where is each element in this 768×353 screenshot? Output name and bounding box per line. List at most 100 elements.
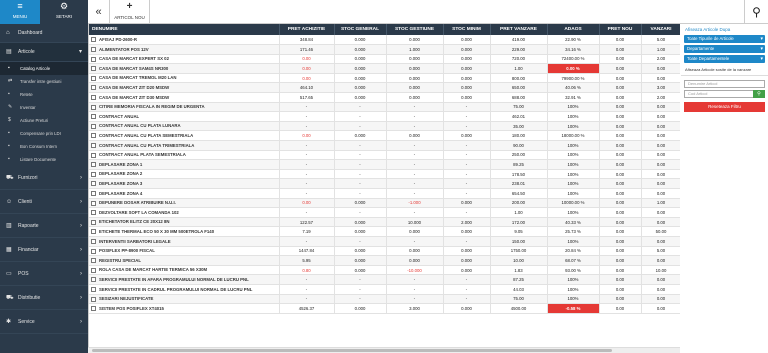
reset-filter-button[interactable]: Reseteaza Filtru	[684, 102, 765, 112]
row-checkbox[interactable]	[91, 296, 96, 302]
cell-denumire[interactable]: ALIMENTATOR POS 12V	[89, 44, 280, 55]
cell-denumire[interactable]: ROLA CASA DE MARCAT HARTIE TERMICA 56 X3…	[89, 265, 280, 276]
article-name-search-input[interactable]: Denumire Articol	[684, 80, 765, 88]
row-checkbox[interactable]	[91, 104, 96, 110]
table-row[interactable]: DEPLASARE ZONA 1- - - -89.25 100% 0.00 0.00	[89, 159, 680, 170]
table-row[interactable]: DEPLASARE ZONA 3- - - -238.01 100% 0.00 0.00	[89, 178, 680, 189]
sidebar-subitem-inventar[interactable]: ✎ Inventar	[0, 101, 88, 114]
table-row[interactable]: DEPLASARE ZONA 4- - - -654.50 100% 0.00 0.00	[89, 188, 680, 199]
table-row[interactable]: DEPLASARE ZONA 2- - - -178.50 100% 0.00 0.00	[89, 169, 680, 180]
arrived-from-sale-checkbox[interactable]: Afiseaza Articole sosite de la vanzare	[681, 65, 768, 76]
scrollbar-thumb[interactable]	[92, 349, 612, 352]
cell-denumire[interactable]: CASA DE MARCAT TREMOL M20 LAN	[89, 73, 280, 84]
row-checkbox[interactable]	[91, 114, 96, 120]
table-row[interactable]: ETICHETE THERMAL ECO 50 X 30 MM 500ETROL…	[89, 226, 680, 237]
cell-denumire[interactable]: POSIFLEX PP-8900 FISCAL	[89, 246, 280, 257]
search-go-icon[interactable]: ⚲	[753, 90, 765, 98]
table-row[interactable]: ROLA CASA DE MARCAT HARTIE TERMICA 56 X3…	[89, 265, 680, 276]
column-header-stoc-gestiune[interactable]: STOC GESTIUNE	[386, 24, 444, 35]
row-checkbox[interactable]	[91, 267, 96, 273]
row-checkbox[interactable]	[91, 66, 96, 72]
sidebar-subitem-actiune-preturi[interactable]: $ Actiune Preturi	[0, 114, 88, 127]
table-row[interactable]: DEPUNERE DOSAR ATRIBUIRE N.U.I. 0.00 0.000…	[89, 198, 680, 209]
sidebar-item-financiar[interactable]: ▦ Financiar ›	[0, 238, 88, 262]
table-row[interactable]: CASA DE MARCAT ZIT D30 MSDW 517.65 0.000 0.…	[89, 92, 680, 103]
table-row[interactable]: CONTRACT ANUAL CU PLATA SEMESTRIALA 0.00 0…	[89, 130, 680, 142]
row-checkbox[interactable]	[91, 133, 96, 139]
row-checkbox[interactable]	[91, 123, 96, 129]
settings-button[interactable]: ⚙ SETARI	[40, 0, 88, 24]
row-checkbox[interactable]	[91, 200, 96, 206]
cell-denumire[interactable]: CASA DE MARCAT ZIT D20 MSDW	[89, 82, 280, 94]
table-row[interactable]: ALIMENTATOR POS 12V 171.46 0.000 1.000 0.000…	[89, 44, 680, 55]
horizontal-scrollbar[interactable]	[88, 347, 680, 353]
row-checkbox[interactable]	[91, 219, 96, 225]
cell-denumire[interactable]: SERVICII PRESTATE IN AFARA PROGRAMULUI N…	[89, 274, 280, 285]
sidebar-subitem-catalog-articole[interactable]: ▪ Catalog Articole	[0, 62, 88, 75]
row-checkbox[interactable]	[91, 277, 96, 283]
cell-denumire[interactable]: CONTRACT ANUAL CU PLATA SEMESTRIALA	[89, 130, 280, 142]
table-row[interactable]: CASA DE MARCAT ZIT D20 MSDW 464.10 0.000 0.…	[89, 82, 680, 94]
row-checkbox[interactable]	[91, 210, 96, 216]
table-row[interactable]: INTERVENTII SARBATORI LEGALE - - - -150.00 10…	[89, 236, 680, 247]
table-row[interactable]: SESIZARI NEJUSTIFICATE - - - -75.00 100% 0.00 0…	[89, 294, 680, 305]
menu-button[interactable]: ≡ MENIU	[0, 0, 40, 24]
sidebar-subitem-listare-documente[interactable]: ▪ Listare Documente	[0, 153, 88, 166]
column-header-pret-nou[interactable]: PRET NOU	[599, 24, 642, 35]
row-checkbox[interactable]	[91, 258, 96, 264]
table-row[interactable]: DEZVOLTARE SOFT LA COMANDA 102- - - -1.00 10…	[89, 207, 680, 218]
cell-denumire[interactable]: CASA DE MARCAT ZIT D30 MSDW	[89, 92, 280, 103]
table-row[interactable]: CASA DE MARCAT TREMOL M20 LAN 0.00 0.000 0.…	[89, 73, 680, 84]
row-checkbox[interactable]	[91, 143, 96, 148]
cell-denumire[interactable]: ETICHETATOR ELITZ CE 20X12 8N	[89, 217, 280, 228]
cell-denumire[interactable]: CONTRACT ANUAL CU PLATA LUNARA	[89, 121, 280, 132]
cell-denumire[interactable]: INTERVENTII SARBATORI LEGALE	[89, 236, 280, 247]
table-row[interactable]: POSIFLEX PP-8900 FISCAL 1447.84 0.000 0.000…	[89, 246, 680, 257]
cell-denumire[interactable]: DEPLASARE ZONA 1	[89, 159, 280, 170]
sidebar-item-dashboard[interactable]: ⌂ Dashboard	[0, 24, 88, 43]
column-header-pret-achizitie[interactable]: PRET ACHIZITIE	[279, 24, 335, 35]
collapse-sidebar-button[interactable]: «	[88, 0, 110, 24]
column-header-stoc-general[interactable]: STOC GENERAL	[334, 24, 387, 35]
column-header-adaos[interactable]: ADAOS	[547, 24, 600, 35]
cell-denumire[interactable]: ETICHETE THERMAL ECO 50 X 30 MM 500ETROL…	[89, 226, 280, 237]
filter-select-toate-tipurile-de-articole[interactable]: Toate Tipurile de Articole ▾	[684, 35, 765, 43]
row-checkbox[interactable]	[91, 152, 96, 158]
column-header-stoc-minim[interactable]: STOC MINIM	[443, 24, 491, 35]
table-row[interactable]: SERVICII PRESTATE IN AFARA PROGRAMULUI N…	[89, 274, 680, 285]
cell-denumire[interactable]: CONTRACT ANUAL CU PLATA TRIMESTRIALA	[89, 140, 280, 151]
table-row[interactable]: CONTRACT ANUAL CU PLATA LUNARA - - - -35.00 1…	[89, 121, 680, 132]
cell-denumire[interactable]: DEPLASARE ZONA 2	[89, 169, 280, 180]
cell-denumire[interactable]: CASA DE MARCAT SAM4S NR300	[89, 63, 280, 74]
sidebar-subitem-bon-consum-intern[interactable]: ▪ Bon Consum Intern	[0, 140, 88, 153]
sidebar-subitem-retete[interactable]: ▪ Retete	[0, 88, 88, 101]
sidebar-item-furnizori[interactable]: ⛟ Furnizori ›	[0, 166, 88, 190]
cell-denumire[interactable]: DEZVOLTARE SOFT LA COMANDA 102	[89, 207, 280, 218]
sidebar-item-pos[interactable]: ▭ POS ›	[0, 262, 88, 286]
row-checkbox[interactable]	[91, 162, 96, 168]
column-header-denumire[interactable]: DENUMIRE	[89, 24, 280, 35]
filter-select-toate-departamentele[interactable]: Toate Departamentele ▾	[684, 55, 765, 63]
table-row[interactable]: SISTEM POS POSIFLEX XT4015 4526.37 0.000 3.…	[89, 303, 680, 314]
row-checkbox[interactable]	[91, 229, 96, 235]
row-checkbox[interactable]	[91, 171, 96, 177]
table-row[interactable]: CITIRE MEMORIA FISCALA IN REGIM DE URGEN…	[89, 102, 680, 113]
row-checkbox[interactable]	[91, 75, 96, 81]
table-row[interactable]: AFISAJ PD-2600-R 348.84 0.000 0.000 0.000 419…	[89, 35, 680, 46]
cell-denumire[interactable]: SISTEM POS POSIFLEX XT4015	[89, 303, 280, 314]
row-checkbox[interactable]	[91, 248, 96, 254]
sidebar-subitem-compensare-prin-ldi[interactable]: ▪ Compensare prin LDI	[0, 127, 88, 140]
row-checkbox[interactable]	[91, 56, 96, 62]
row-checkbox[interactable]	[91, 47, 96, 53]
table-row[interactable]: CONTRACT ANUAL - - - -462.01 100% 0.00 0.00	[89, 111, 680, 122]
row-checkbox[interactable]	[91, 181, 96, 187]
sidebar-item-articole[interactable]: ▤ Articole ▾	[0, 43, 88, 62]
table-row[interactable]: CONTRACT ANUAL PLATA SEMESTRIALA - - - -250.…	[89, 150, 680, 161]
cell-denumire[interactable]: CASA DE MARCAT EXPERT SX 02	[89, 54, 280, 65]
sidebar-subitem-transfer-intre-gestiuni[interactable]: ⇄ Transfer intre gestiuni	[0, 75, 88, 88]
row-checkbox[interactable]	[91, 190, 96, 196]
row-checkbox[interactable]	[91, 37, 96, 43]
cell-denumire[interactable]: DEPUNERE DOSAR ATRIBUIRE N.U.I.	[89, 198, 280, 209]
table-row[interactable]: CASA DE MARCAT SAM4S NR300 0.00 0.000 0.000…	[89, 63, 680, 74]
cell-denumire[interactable]: REGISTRU SPECIAL	[89, 255, 280, 266]
